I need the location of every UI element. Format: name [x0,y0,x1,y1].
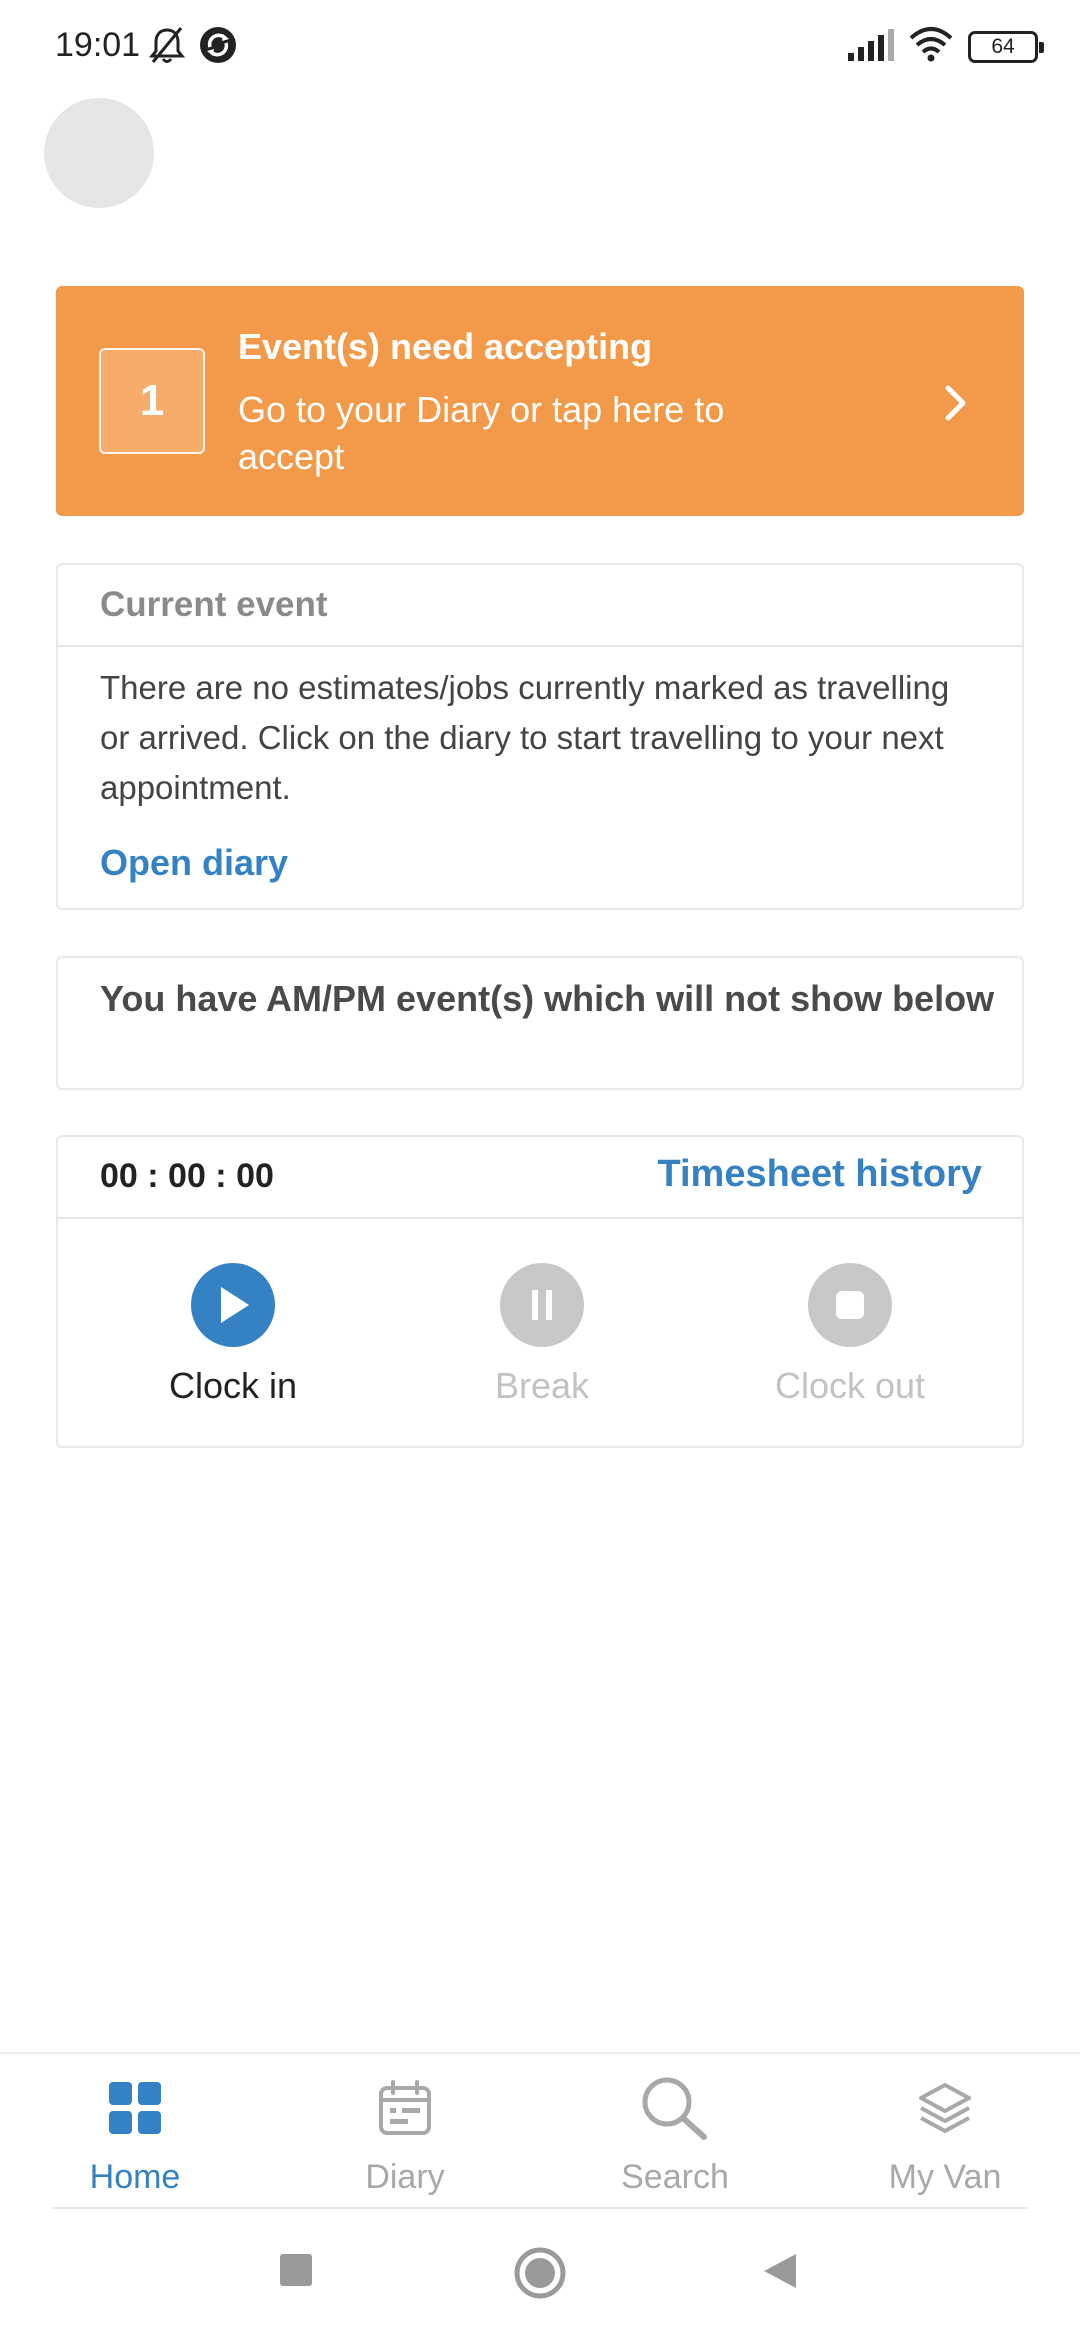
clock-in-label: Clock in [168,1365,298,1406]
clock-in-button[interactable]: Clock in [103,1263,363,1407]
clock-out-button[interactable]: Clock out [720,1263,980,1407]
pause-icon [500,1263,584,1347]
nav-label-diary: Diary [365,2158,445,2196]
nav-item-my-van[interactable]: My Van [810,2072,1080,2197]
break-label: Break [494,1365,590,1406]
banner-title: Event(s) need accepting [238,326,653,367]
clock-out-label: Clock out [774,1365,926,1406]
back-icon[interactable] [762,2252,798,2295]
nav-item-search[interactable]: Search [540,2072,810,2197]
nav-label-home: Home [89,2158,181,2196]
recents-icon[interactable] [278,2252,314,2293]
stop-icon [808,1263,892,1347]
home-button-icon[interactable] [513,2246,567,2305]
current-event-title: Current event [100,585,328,624]
avatar[interactable] [44,98,154,208]
ampm-notice-text: You have AM/PM event(s) which will not s… [100,978,995,1019]
event-count-badge: 1 [99,348,205,454]
nav-divider [52,2207,1028,2209]
banner-subtitle: Go to your Diary or tap here to accept [238,389,725,477]
calendar-icon [270,2072,540,2144]
open-diary-link[interactable]: Open diary [100,842,288,884]
timesheet-card: 00 : 00 : 00 Timesheet history Clock in … [56,1135,1024,1448]
timesheet-history-link[interactable]: Timesheet history [657,1153,982,1196]
wifi-icon [908,26,954,67]
grid-icon [0,2072,270,2144]
break-button[interactable]: Break [412,1263,672,1407]
system-nav-bar [0,2210,1080,2340]
ampm-notice-card: You have AM/PM event(s) which will not s… [56,956,1024,1090]
bell-off-icon [148,25,186,70]
battery-icon: 64 [968,30,1044,63]
layers-icon [810,2072,1080,2144]
events-need-accepting-banner[interactable]: 1 Event(s) need accepting Go to your Dia… [56,286,1024,516]
nav-item-diary[interactable]: Diary [270,2072,540,2197]
nav-label-my-van: My Van [888,2158,1002,2196]
timer-display: 00 : 00 : 00 [100,1157,274,1195]
current-event-message: There are no estimates/jobs currently ma… [100,669,950,806]
search-icon [540,2072,810,2144]
bottom-nav: Home Diary Search My Van [0,2052,1080,2207]
play-icon [191,1263,275,1347]
nav-label-search: Search [621,2158,729,2196]
status-time: 19:01 [55,26,141,64]
sync-icon [198,25,238,70]
status-bar: 19:01 64 [0,0,1080,95]
chevron-right-icon [942,384,970,427]
signal-icon [846,27,894,66]
nav-item-home[interactable]: Home [0,2072,270,2197]
current-event-card: Current event There are no estimates/job… [56,563,1024,910]
